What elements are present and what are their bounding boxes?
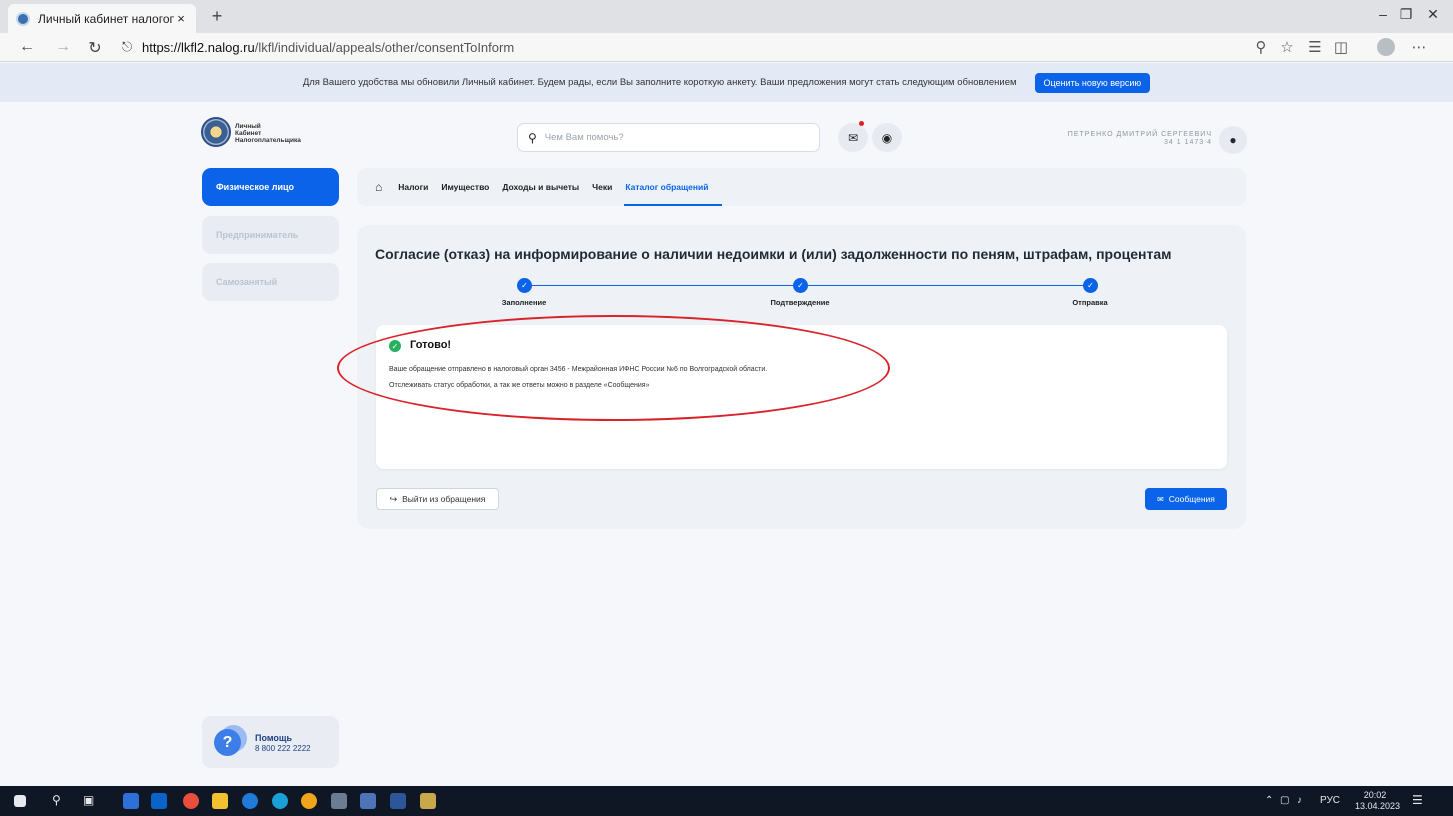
favorite-star-icon[interactable]: ☆: [1276, 38, 1298, 56]
more-menu-icon[interactable]: ⋯: [1408, 38, 1430, 56]
site-favicon-icon: [16, 11, 30, 26]
nav-income-deductions[interactable]: Доходы и вычеты: [502, 182, 579, 192]
collections-icon[interactable]: ◫: [1330, 38, 1352, 56]
step-check-icon: ✓: [793, 278, 808, 293]
envelope-icon: ✉: [1157, 494, 1164, 504]
refresh-button[interactable]: ↻: [84, 38, 106, 58]
survey-banner: Для Вашего удобства мы обновили Личный к…: [0, 63, 1453, 102]
visibility-toggle-button[interactable]: ◉: [872, 123, 902, 152]
favorites-list-icon[interactable]: ☰: [1304, 38, 1326, 56]
browser-profile-avatar[interactable]: [1377, 38, 1395, 56]
app-icon[interactable]: [123, 793, 139, 809]
back-button[interactable]: ←: [16, 38, 38, 56]
task-view-icon[interactable]: ▣: [83, 793, 94, 807]
help-widget[interactable]: ? Помощь 8 800 222 2222: [202, 716, 339, 768]
internet-explorer-icon[interactable]: [242, 793, 258, 809]
volume-icon[interactable]: ♪: [1297, 795, 1302, 806]
site-logo-text[interactable]: Личный Кабинет Налогоплательщика: [235, 123, 301, 144]
result-hint: Отслеживать статус обработки, а так же о…: [389, 382, 650, 389]
logo-line: Кабинет: [235, 130, 262, 137]
step-label-sending: Отправка: [1072, 298, 1108, 307]
user-full-name: ПЕТРЕНКО ДМИТРИЙ СЕРГЕЕВИЧ: [1067, 131, 1212, 138]
app-icon[interactable]: [420, 793, 436, 809]
clock-time: 20:02: [1363, 790, 1387, 800]
sidebar-item-self-employed[interactable]: Самозанятый: [202, 263, 339, 301]
help-question-icon: ?: [214, 729, 241, 756]
browser-tab-bar: Личный кабинет налогоплательщ × + – ❐ ✕: [0, 0, 1453, 33]
logo-line: Налогоплательщика: [235, 137, 301, 144]
envelope-icon: ✉: [847, 130, 859, 145]
outlook-icon[interactable]: [151, 793, 167, 809]
section-nav: ⌂ Налоги Имущество Доходы и вычеты Чеки …: [357, 168, 1246, 206]
step-label-confirmation: Подтверждение: [770, 298, 830, 307]
step-label-filling: Заполнение: [501, 298, 547, 307]
app-icon[interactable]: [301, 793, 317, 809]
rate-new-version-button[interactable]: Оценить новую версию: [1034, 72, 1151, 93]
word-icon[interactable]: [390, 793, 406, 809]
forward-button[interactable]: →: [52, 38, 74, 56]
maximize-button[interactable]: ❐: [1391, 6, 1421, 23]
tab-title: Личный кабинет налогоплательщ: [38, 11, 174, 26]
search-placeholder: Чем Вам помочь?: [544, 132, 624, 143]
app-icon[interactable]: [331, 793, 347, 809]
result-panel: ✓ Готово! Ваше обращение отправлено в на…: [376, 325, 1227, 469]
file-explorer-icon[interactable]: [212, 793, 228, 809]
clock[interactable]: 20:02 13.04.2023: [1355, 790, 1401, 812]
app-icon[interactable]: [360, 793, 376, 809]
exit-appeal-label: Выйти из обращения: [402, 494, 486, 504]
exit-icon: ↪: [389, 493, 398, 504]
messages-label: Сообщения: [1168, 494, 1215, 504]
fns-emblem-icon[interactable]: [201, 117, 231, 147]
user-avatar[interactable]: ●: [1219, 126, 1247, 154]
appeal-card: Согласие (отказ) на информирование о нал…: [357, 225, 1246, 529]
help-phone: 8 800 222 2222: [255, 744, 311, 753]
edge-icon[interactable]: [272, 793, 288, 809]
tray-chevron-icon[interactable]: ⌃: [1265, 795, 1273, 806]
nav-receipts[interactable]: Чеки: [592, 182, 612, 192]
zoom-icon[interactable]: ⚲: [1250, 38, 1272, 56]
notifications-icon[interactable]: ☰: [1412, 793, 1423, 807]
url-host: https://lkfl2.nalog.ru: [142, 40, 255, 55]
url-path: /lkfl/individual/appeals/other/consentTo…: [254, 40, 515, 55]
page-title: Согласие (отказ) на информирование о нал…: [375, 246, 1172, 262]
search-input[interactable]: ⚲ Чем Вам помочь?: [517, 123, 820, 152]
chrome-icon[interactable]: [183, 793, 199, 809]
lock-icon: ⎋: [122, 39, 133, 54]
windows-taskbar: ⚲ ▣ ⌃ ▢ ♪ РУС 20:02 13.04.2023 ☰: [0, 786, 1453, 816]
browser-tab[interactable]: Личный кабинет налогоплательщ ×: [8, 4, 196, 33]
help-title: Помощь: [255, 733, 293, 743]
clock-date: 13.04.2023: [1355, 801, 1401, 811]
window-close-button[interactable]: ✕: [1418, 6, 1448, 23]
logo-line: Личный: [235, 123, 261, 130]
nav-taxes[interactable]: Налоги: [398, 182, 428, 192]
user-icon: ●: [1229, 133, 1237, 147]
new-tab-button[interactable]: +: [205, 6, 229, 27]
tab-close-icon[interactable]: ×: [174, 11, 188, 26]
address-bar: ← → ↻ ⎋ https://lkfl2.nalog.ru/lkfl/indi…: [0, 33, 1453, 62]
nav-property[interactable]: Имущество: [441, 182, 489, 192]
sidebar-item-entrepreneur[interactable]: Предприниматель: [202, 216, 339, 254]
url-field[interactable]: https://lkfl2.nalog.ru/lkfl/individual/a…: [142, 40, 514, 55]
step-check-icon: ✓: [517, 278, 532, 293]
search-icon: ⚲: [528, 130, 537, 145]
user-info[interactable]: ПЕТРЕНКО ДМИТРИЙ СЕРГЕЕВИЧ 34 1 1473 4: [1052, 131, 1212, 147]
success-check-icon: ✓: [389, 340, 401, 352]
nav-appeals-catalog[interactable]: Каталог обращений: [624, 182, 722, 206]
messages-envelope-button[interactable]: ✉: [838, 123, 868, 152]
language-indicator[interactable]: РУС: [1320, 795, 1340, 806]
eye-off-icon: ◉: [881, 130, 893, 145]
result-title: Готово!: [410, 339, 452, 351]
step-check-icon: ✓: [1083, 278, 1098, 293]
sidebar-item-individual[interactable]: Физическое лицо: [202, 168, 339, 206]
exit-appeal-button[interactable]: ↪ Выйти из обращения: [376, 488, 499, 510]
search-icon[interactable]: ⚲: [52, 793, 61, 807]
network-icon[interactable]: ▢: [1280, 795, 1289, 806]
start-icon[interactable]: [14, 795, 26, 807]
user-inn: 34 1 1473 4: [1164, 139, 1212, 146]
messages-button[interactable]: ✉ Сообщения: [1145, 488, 1227, 510]
banner-text: Для Вашего удобства мы обновили Личный к…: [302, 77, 1017, 88]
notification-dot: [859, 121, 864, 126]
result-message: Ваше обращение отправлено в налоговый ор…: [389, 366, 768, 373]
home-icon[interactable]: ⌂: [375, 180, 382, 194]
